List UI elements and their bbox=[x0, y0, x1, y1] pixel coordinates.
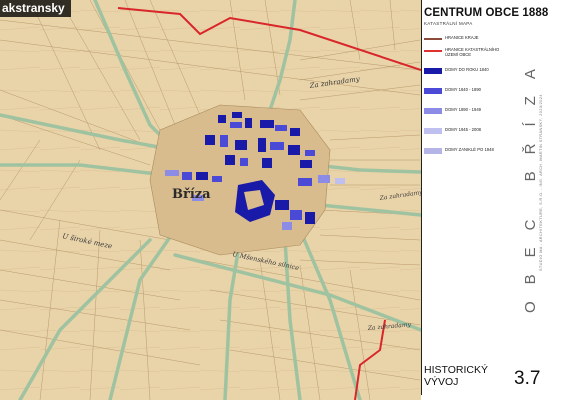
house bbox=[288, 145, 300, 155]
legend-line bbox=[424, 38, 442, 40]
legend-item: DOMY 1840 - 1890 bbox=[424, 85, 514, 105]
legend-swatch bbox=[424, 148, 442, 154]
legend-label: DOMY DO ROKU 1840 bbox=[445, 67, 489, 72]
legend-panel: CENTRUM OBCE 1888 KATASTRÁLNÍ MAPA HRANI… bbox=[421, 0, 552, 395]
legend-swatch bbox=[424, 128, 442, 134]
house bbox=[220, 135, 228, 147]
house bbox=[290, 210, 302, 220]
legend-label: DOMY 1945 - 2008 bbox=[445, 127, 482, 132]
house bbox=[205, 135, 215, 145]
section-label: HISTORICKÝ VÝVOJ bbox=[424, 364, 488, 388]
house bbox=[165, 170, 179, 176]
legend-item: DOMY 1890 - 1949 bbox=[424, 105, 514, 125]
page-number: 3.7 bbox=[514, 368, 541, 389]
panel-subtitle: KATASTRÁLNÍ MAPA bbox=[424, 21, 473, 26]
legend-line bbox=[424, 50, 442, 52]
house bbox=[225, 155, 235, 165]
house bbox=[212, 176, 222, 182]
house bbox=[258, 138, 266, 152]
vertical-title: OBEC BŘÍZA bbox=[522, 52, 539, 314]
legend-swatch bbox=[424, 108, 442, 114]
house bbox=[300, 160, 312, 168]
house bbox=[240, 158, 248, 166]
house bbox=[218, 115, 226, 123]
legend-item: DOMY 1945 - 2008 bbox=[424, 125, 514, 145]
legend-item: HRANICE KRAJE bbox=[424, 33, 514, 45]
house bbox=[298, 178, 312, 186]
watermark: akstransky bbox=[0, 0, 71, 17]
house bbox=[262, 158, 272, 168]
legend-swatch bbox=[424, 68, 442, 74]
vertical-credit: STUDIO MA - ARCHITEKTURE, S.R.O. - ING. … bbox=[539, 94, 543, 272]
house bbox=[235, 140, 247, 150]
house bbox=[230, 122, 242, 128]
house bbox=[196, 172, 208, 180]
house bbox=[290, 128, 300, 136]
legend-item: HRANICE KATASTRÁLNÍHO ÚZEMÍ OBCE bbox=[424, 45, 514, 65]
legend-label: DOMY ZANIKLÉ PO 1948 bbox=[445, 147, 494, 152]
vertical-title-block: OBEC BŘÍZA STUDIO MA - ARCHITEKTURE, S.R… bbox=[520, 10, 550, 350]
legend-swatch bbox=[424, 88, 442, 94]
house bbox=[305, 150, 315, 156]
house bbox=[275, 125, 287, 131]
legend-item: DOMY ZANIKLÉ PO 1948 bbox=[424, 145, 514, 165]
legend-label: HRANICE KATASTRÁLNÍHO ÚZEMÍ OBCE bbox=[445, 47, 500, 57]
legend-label: DOMY 1890 - 1949 bbox=[445, 107, 482, 112]
village-label: Bříza bbox=[172, 187, 211, 202]
legend: HRANICE KRAJE HRANICE KATASTRÁLNÍHO ÚZEM… bbox=[424, 33, 514, 165]
house bbox=[335, 178, 345, 184]
house bbox=[182, 172, 192, 180]
house bbox=[270, 142, 284, 150]
house bbox=[232, 112, 242, 118]
map-sheet: Bříza Za zahradamy Za zahradamy Za zahra… bbox=[0, 0, 565, 400]
cadastral-map: Bříza Za zahradamy Za zahradamy Za zahra… bbox=[0, 0, 421, 400]
house bbox=[275, 200, 289, 210]
house bbox=[260, 120, 274, 128]
legend-item: DOMY DO ROKU 1840 bbox=[424, 65, 514, 85]
house bbox=[318, 175, 330, 183]
house bbox=[282, 222, 292, 230]
house bbox=[245, 118, 252, 128]
house bbox=[305, 212, 315, 224]
legend-label: HRANICE KRAJE bbox=[445, 35, 479, 40]
historic-map-image: Bříza Za zahradamy Za zahradamy Za zahra… bbox=[0, 0, 421, 400]
legend-label: DOMY 1840 - 1890 bbox=[445, 87, 482, 92]
